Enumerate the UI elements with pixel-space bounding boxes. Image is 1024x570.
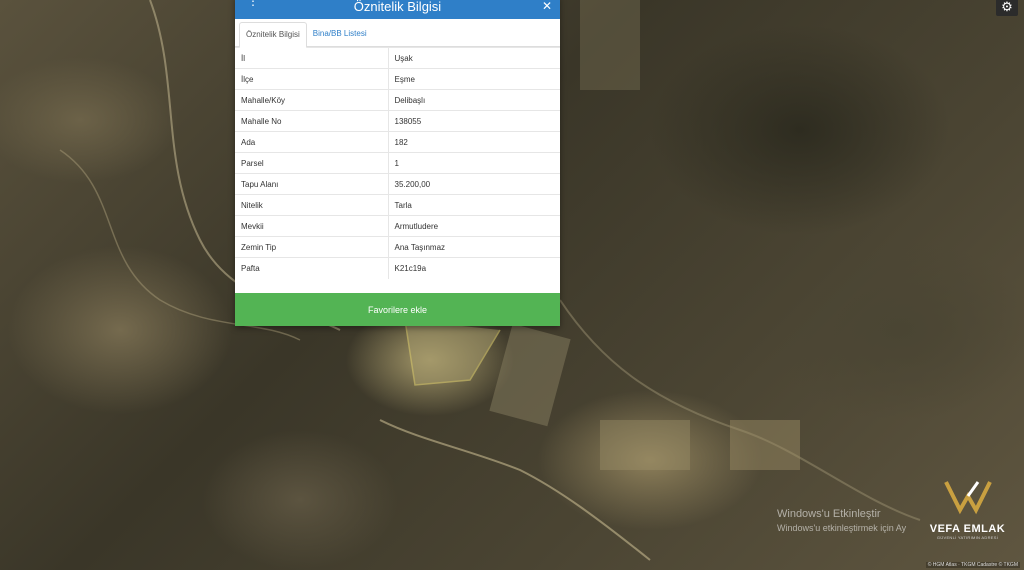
brand-logo: VEFA EMLAK GÜVENLİ YATIRIMIN ADRESİ (920, 478, 1015, 548)
table-row: Mevkii Armutludere (235, 215, 560, 237)
watermark-subtitle: Windows'u etkinleştirmek için Ay (777, 523, 907, 533)
row-key: İlçe (235, 68, 389, 90)
row-value: K21c19a (388, 257, 560, 279)
row-value: Armutludere (388, 215, 560, 237)
logo-name: VEFA EMLAK (929, 523, 1006, 535)
add-favorite-button[interactable]: Favorilere ekle (235, 293, 560, 326)
table-row: Parsel 1 (235, 152, 560, 174)
table-row: İl Uşak (235, 47, 560, 69)
row-value: Eşme (388, 68, 560, 90)
windows-activation-watermark: Windows'u Etkinleştir Windows'u etkinleş… (777, 507, 906, 535)
watermark-title: Windows'u Etkinleştir (777, 508, 881, 520)
table-row: Mahalle/Köy Delibaşlı (235, 89, 560, 111)
table-row: Zemin Tip Ana Taşınmaz (235, 236, 560, 258)
logo-slogan: GÜVENLİ YATIRIMIN ADRESİ (936, 535, 999, 540)
panel-tabs: Öznitelik Bilgisi Bina/BB Listesi (235, 19, 560, 48)
table-row: İlçe Eşme (235, 68, 560, 90)
row-key: Tapu Alanı (235, 173, 389, 195)
panel-title: Öznitelik Bilgisi (353, 0, 442, 14)
table-row: Tapu Alanı 35.200,00 (235, 173, 560, 195)
gear-icon[interactable]: ⚙ (996, 0, 1018, 16)
row-key: Mahalle No (235, 110, 389, 132)
row-value: 35.200,00 (388, 173, 560, 195)
row-key: Zemin Tip (235, 236, 389, 258)
tab-building-list[interactable]: Bina/BB Listesi (307, 22, 373, 47)
row-value: 182 (388, 131, 560, 153)
row-key: Pafta (235, 257, 389, 279)
table-row: Mahalle No 138055 (235, 110, 560, 132)
row-value: Ana Taşınmaz (388, 236, 560, 258)
vefa-logo-icon (943, 481, 992, 515)
row-value: Uşak (388, 47, 560, 69)
row-key: Ada (235, 131, 389, 153)
row-key: Parsel (235, 152, 389, 174)
row-key: Nitelik (235, 194, 389, 216)
attribute-panel: ⋮ Öznitelik Bilgisi ✕ Öznitelik Bilgisi … (235, 0, 560, 326)
row-key: Mahalle/Köy (235, 89, 389, 111)
map-attribution: © HGM Atlas · TKGM Cadastre © TKGM (925, 562, 1020, 568)
row-value: 1 (388, 152, 560, 174)
row-key: İl (235, 47, 389, 69)
row-key: Mevkii (235, 215, 389, 237)
row-value: Delibaşlı (388, 89, 560, 111)
attribute-table: İl Uşak İlçe Eşme Mahalle/Köy Delibaşlı Mah… (235, 47, 560, 279)
panel-header: ⋮ Öznitelik Bilgisi ✕ (235, 0, 560, 19)
row-value: 138055 (388, 110, 560, 132)
row-value: Tarla (388, 194, 560, 216)
close-icon[interactable]: ✕ (542, 0, 552, 14)
table-row: Pafta K21c19a (235, 257, 560, 279)
table-row: Nitelik Tarla (235, 194, 560, 216)
table-row: Ada 182 (235, 131, 560, 153)
tab-attribute-info[interactable]: Öznitelik Bilgisi (239, 22, 307, 48)
